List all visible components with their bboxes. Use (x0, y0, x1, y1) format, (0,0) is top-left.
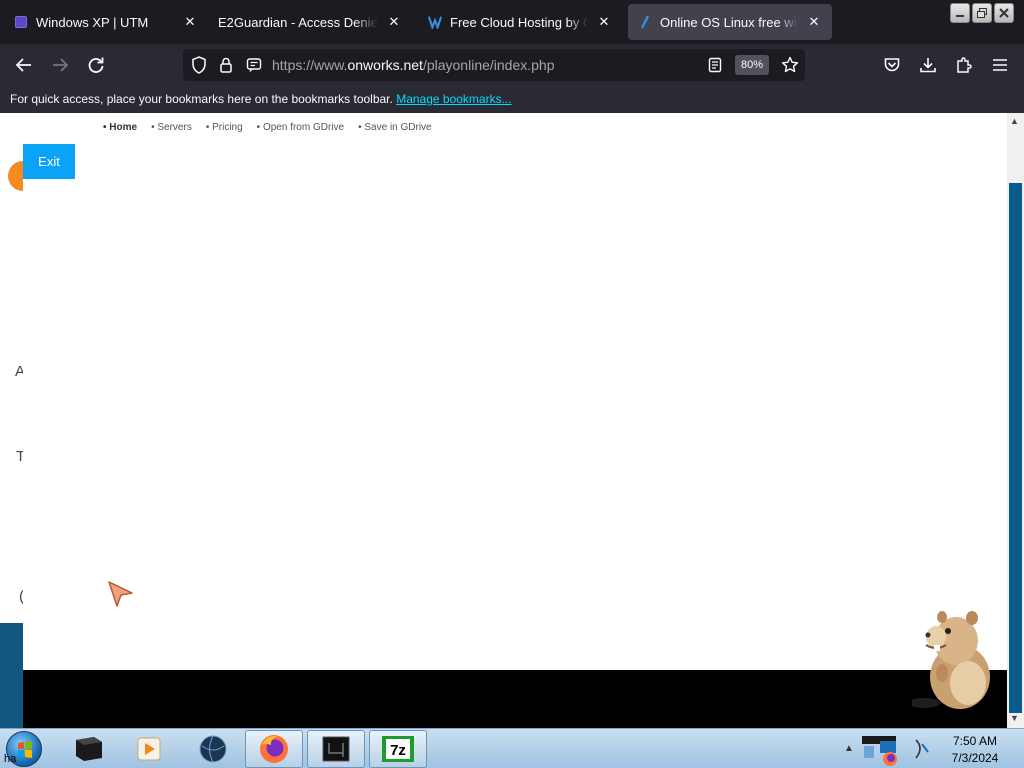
remote-desktop-bottom-bar (23, 670, 1007, 728)
hamster-mascot-icon (912, 611, 990, 709)
nav-servers[interactable]: • Servers (151, 122, 192, 133)
bookmark-star-icon[interactable] (778, 53, 802, 77)
tray-icons (862, 736, 929, 766)
network-globe-icon (199, 735, 227, 763)
taskbar-clock[interactable]: 7:50 AM 7/3/2024 (940, 733, 1010, 767)
nav-home[interactable]: • Home (103, 122, 137, 133)
tab-online-os-linux[interactable]: Online OS Linux free with OnWorks ✕ (628, 4, 832, 40)
tab-title: Free Cloud Hosting by OnWorks (450, 14, 588, 30)
onworks-icon (428, 15, 442, 29)
back-arrow-icon[interactable] (12, 53, 36, 77)
start-caption: ha (4, 753, 17, 765)
tray-monitor-icon[interactable] (880, 741, 896, 753)
tab-e2guardian[interactable]: E2Guardian - Access Denied ✕ (208, 4, 412, 40)
system-tray (858, 732, 938, 766)
bookmarks-hint: For quick access, place your bookmarks h… (10, 92, 393, 106)
shield-icon[interactable] (187, 53, 211, 77)
svg-text:7z: 7z (390, 742, 406, 759)
taskbar-network[interactable] (184, 730, 242, 768)
close-window-button[interactable] (994, 3, 1014, 23)
tab-title: Online OS Linux free with OnWorks (660, 14, 798, 30)
downloads-icon[interactable] (916, 53, 940, 77)
tab-title: E2Guardian - Access Denied (218, 14, 378, 30)
scroll-down-icon[interactable]: ▼ (1010, 713, 1019, 723)
terminal-icon (76, 737, 102, 761)
close-tab-icon[interactable]: ✕ (596, 14, 612, 30)
show-hidden-icons-icon[interactable]: ▲ (844, 743, 854, 754)
close-tab-icon[interactable]: ✕ (806, 14, 822, 30)
scroll-up-icon[interactable]: ▲ (1010, 116, 1019, 126)
onworks-icon (638, 15, 652, 29)
system-monitor-icon (322, 736, 350, 762)
page-background-strip (0, 623, 23, 728)
firefox-icon (260, 735, 288, 763)
taskbar-system-monitor[interactable] (307, 730, 365, 768)
page-info-icon[interactable] (242, 53, 266, 77)
scrollbar-thumb[interactable] (1009, 183, 1022, 713)
menu-icon[interactable] (988, 53, 1012, 77)
nav-save-in-gdrive[interactable]: • Save in GDrive (358, 122, 432, 133)
close-tab-icon[interactable]: ✕ (386, 14, 402, 30)
tab-free-cloud-hosting[interactable]: Free Cloud Hosting by OnWorks ✕ (418, 4, 622, 40)
page-scrollbar[interactable]: ▲ ▼ (1007, 113, 1024, 728)
tray-volume-icon[interactable] (915, 739, 921, 759)
bookmarks-toolbar: For quick access, place your bookmarks h… (0, 86, 1024, 113)
site-navigation: • Home • Servers • Pricing • Open from G… (103, 122, 432, 133)
clock-date: 7/3/2024 (951, 751, 999, 765)
forward-arrow-icon[interactable] (48, 53, 72, 77)
media-player-icon (137, 737, 161, 761)
lock-icon[interactable] (214, 53, 238, 77)
zoom-level[interactable]: 80% (735, 55, 769, 75)
remote-desktop-viewer[interactable] (23, 113, 1007, 670)
taskbar-media-player[interactable] (120, 730, 178, 768)
tab-title: Windows XP | UTM (36, 14, 149, 30)
reload-icon[interactable] (84, 53, 108, 77)
navigation-toolbar: https://www.onworks.net/playonline/index… (0, 44, 1024, 86)
minimize-button[interactable] (950, 3, 970, 23)
taskbar-7zip[interactable]: 7z (369, 730, 427, 768)
restore-button[interactable] (972, 3, 992, 23)
taskbar-terminal[interactable] (60, 730, 118, 768)
nav-pricing[interactable]: • Pricing (206, 122, 243, 133)
extensions-icon[interactable] (952, 53, 976, 77)
taskbar-firefox[interactable] (245, 730, 303, 768)
tab-windows-xp-utm[interactable]: Windows XP | UTM ✕ (4, 4, 208, 40)
url-bar[interactable]: https://www.onworks.net/playonline/index… (183, 49, 805, 81)
clock-time: 7:50 AM (952, 734, 998, 748)
web-page: A T ( A l da • Home • Servers • Pricing … (0, 113, 1024, 728)
pocket-icon[interactable] (880, 53, 904, 77)
exit-button[interactable]: Exit (23, 144, 75, 179)
window-controls (950, 3, 1014, 23)
mouse-cursor-icon (108, 581, 133, 607)
nav-open-from-gdrive[interactable]: • Open from GDrive (257, 122, 344, 133)
close-tab-icon[interactable]: ✕ (182, 14, 198, 30)
tray-network-icon[interactable] (864, 746, 874, 758)
taskbar: ha 7z ▲ 7:50 AM 7/3/2024 (0, 728, 1024, 768)
tab-strip: Windows XP | UTM ✕ E2Guardian - Access D… (0, 0, 1024, 44)
manage-bookmarks-link[interactable]: Manage bookmarks... (396, 92, 511, 106)
7zip-icon: 7z (382, 736, 414, 762)
utm-icon (14, 15, 28, 29)
url-text[interactable]: https://www.onworks.net/playonline/index… (272, 57, 555, 73)
reader-view-icon[interactable] (703, 53, 727, 77)
